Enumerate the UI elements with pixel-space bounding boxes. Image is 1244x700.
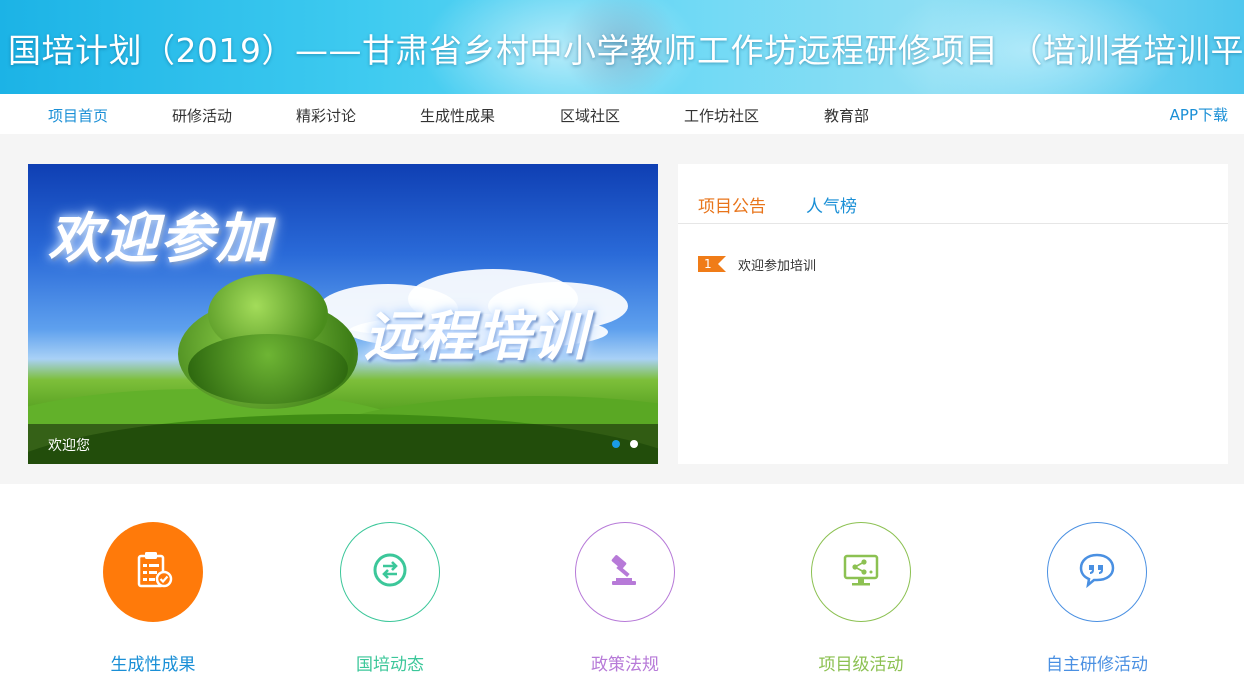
carousel-subheadline: 远程培训	[364, 305, 588, 368]
carousel-dot-2[interactable]	[630, 440, 638, 448]
page-title: 国培计划（2019）——甘肃省乡村中小学教师工作坊远程研修项目 （培训者培训平台…	[8, 31, 1244, 70]
feature-label[interactable]: 自主研修活动	[1007, 650, 1187, 675]
carousel-headline: 欢迎参加	[48, 207, 272, 270]
nav-item-ministry[interactable]: 教育部	[824, 105, 869, 126]
carousel[interactable]: 欢迎参加 远程培训 欢迎您	[28, 164, 658, 464]
feature-self-study[interactable]: 自主研修活动	[1007, 522, 1187, 675]
notice-tabs: 项目公告 人气榜	[678, 164, 1228, 224]
carousel-caption: 欢迎您	[48, 438, 90, 454]
tab-announcements[interactable]: 项目公告	[698, 192, 766, 217]
notice-title[interactable]: 欢迎参加培训	[738, 255, 816, 274]
exchange-arrows-icon	[370, 550, 410, 594]
notice-number-badge: 1	[698, 256, 726, 272]
feature-label[interactable]: 生成性成果	[63, 650, 243, 675]
nav-item-outcomes[interactable]: 生成性成果	[420, 105, 495, 126]
nav-item-activities[interactable]: 研修活动	[172, 105, 232, 126]
feature-circle[interactable]	[575, 522, 675, 622]
clipboard-check-icon	[131, 548, 175, 596]
nav-item-home[interactable]: 项目首页	[48, 105, 108, 126]
feature-circle[interactable]	[1047, 522, 1147, 622]
feature-circle[interactable]	[811, 522, 911, 622]
nav-item-discussions[interactable]: 精彩讨论	[296, 105, 356, 126]
feature-outcomes[interactable]: 生成性成果	[63, 522, 243, 675]
feature-label[interactable]: 国培动态	[300, 650, 480, 675]
gavel-icon	[604, 549, 646, 595]
main-nav: 项目首页 研修活动 精彩讨论 生成性成果 区域社区 工作坊社区 教育部 APP下…	[0, 94, 1244, 134]
feature-news[interactable]: 国培动态	[300, 522, 480, 675]
feature-label[interactable]: 项目级活动	[771, 650, 951, 675]
header-banner: 国培计划（2019）——甘肃省乡村中小学教师工作坊远程研修项目 （培训者培训平台…	[0, 0, 1244, 94]
chat-quote-icon	[1076, 549, 1118, 595]
feature-label[interactable]: 政策法规	[535, 650, 715, 675]
carousel-dot-1[interactable]	[612, 440, 620, 448]
monitor-share-icon	[840, 549, 882, 595]
feature-circle[interactable]	[103, 522, 203, 622]
feature-section: 生成性成果 国培动态 政策法规 项目级活动 自主研修活动	[0, 484, 1244, 700]
feature-project-activities[interactable]: 项目级活动	[771, 522, 951, 675]
app-download-link[interactable]: APP下载	[1170, 104, 1228, 125]
notice-item[interactable]: 1 欢迎参加培训	[698, 255, 816, 274]
carousel-caption-bar: 欢迎您	[28, 424, 658, 464]
nav-item-region-community[interactable]: 区域社区	[560, 105, 620, 126]
nav-item-workshop-community[interactable]: 工作坊社区	[684, 105, 759, 126]
feature-circle[interactable]	[340, 522, 440, 622]
tree-crown	[188, 334, 348, 404]
notice-panel: 项目公告 人气榜 1 欢迎参加培训	[678, 164, 1228, 464]
feature-policy[interactable]: 政策法规	[535, 522, 715, 675]
tab-popularity[interactable]: 人气榜	[806, 192, 857, 217]
